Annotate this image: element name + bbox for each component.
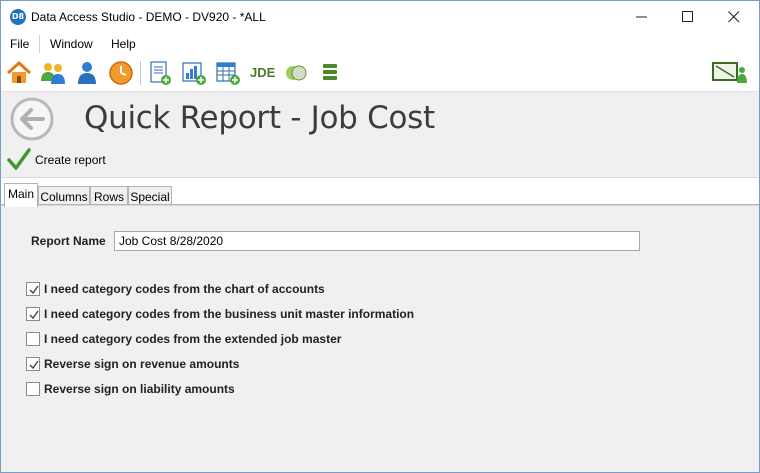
user-icon [78, 62, 96, 84]
app-window: D8 Data Access Studio - DEMO - DV920 - *… [0, 0, 760, 473]
new-chart-report-button[interactable] [180, 59, 208, 87]
checkbox[interactable] [26, 382, 40, 396]
back-button[interactable] [9, 96, 55, 142]
home-button[interactable] [5, 59, 33, 87]
option-label: Reverse sign on revenue amounts [44, 357, 240, 371]
menu-separator [39, 35, 40, 53]
new-chart-report-icon [182, 62, 206, 85]
menu-help[interactable]: Help [111, 37, 136, 51]
action-bar: Create report [1, 143, 759, 177]
create-report-label[interactable]: Create report [35, 153, 106, 167]
clock-icon [109, 61, 133, 85]
stack-button[interactable] [316, 59, 344, 87]
back-arrow-icon [10, 97, 54, 141]
checkbox[interactable] [26, 357, 40, 371]
checkbox[interactable] [26, 282, 40, 296]
users-icon [41, 63, 65, 84]
user-button[interactable] [73, 59, 101, 87]
menu-file[interactable]: File [10, 37, 29, 51]
jde-icon[interactable]: JDE [250, 65, 275, 80]
close-button[interactable] [711, 1, 757, 33]
presentation-icon [712, 62, 747, 83]
checkmark-icon [29, 360, 39, 370]
maximize-button[interactable] [665, 1, 711, 33]
new-grid-report-button[interactable] [214, 59, 242, 87]
tab-columns[interactable]: Columns [38, 186, 90, 206]
checkbox[interactable] [26, 307, 40, 321]
presentation-button[interactable] [710, 59, 750, 87]
tab-strip: Main Columns Rows Special [1, 177, 759, 207]
report-name-label: Report Name [31, 234, 106, 248]
home-icon [6, 61, 32, 83]
report-name-input[interactable] [114, 231, 640, 251]
venn-icon [286, 65, 307, 81]
minimize-button[interactable] [619, 1, 665, 33]
page-header: Quick Report - Job Cost [1, 91, 759, 143]
new-grid-report-icon [216, 62, 240, 85]
checkmark-icon [29, 285, 39, 295]
minimize-icon [636, 16, 647, 18]
toolbar-separator [140, 61, 141, 85]
option-label: I need category codes from the extended … [44, 332, 342, 346]
users-button[interactable] [39, 59, 67, 87]
history-button[interactable] [107, 59, 135, 87]
maximize-icon [682, 11, 693, 22]
new-report-icon [150, 61, 171, 85]
tab-rows[interactable]: Rows [90, 186, 128, 206]
app-logo-icon: D8 [10, 9, 26, 25]
title-bar: D8 Data Access Studio - DEMO - DV920 - *… [1, 1, 759, 33]
close-icon [728, 11, 740, 23]
option-label: I need category codes from the business … [44, 307, 415, 321]
stack-icon [323, 64, 337, 80]
page-title: Quick Report - Job Cost [84, 100, 435, 136]
checkmark-icon [7, 148, 31, 170]
create-report-button[interactable] [7, 147, 31, 171]
checkbox[interactable] [26, 332, 40, 346]
tab-special[interactable]: Special [128, 186, 172, 206]
checkmark-icon [29, 310, 39, 320]
new-report-button[interactable] [146, 59, 174, 87]
window-title: Data Access Studio - DEMO - DV920 - *ALL [31, 10, 266, 24]
tab-main[interactable]: Main [4, 183, 38, 207]
menu-bar: File Window Help [1, 33, 759, 55]
menu-window[interactable]: Window [50, 37, 93, 51]
venn-button[interactable] [282, 59, 310, 87]
toolbar: JDE [1, 55, 759, 91]
main-tab-panel: Report Name I need category codes from t… [1, 205, 759, 472]
option-label: I need category codes from the chart of … [44, 282, 325, 296]
option-label: Reverse sign on liability amounts [44, 382, 235, 396]
